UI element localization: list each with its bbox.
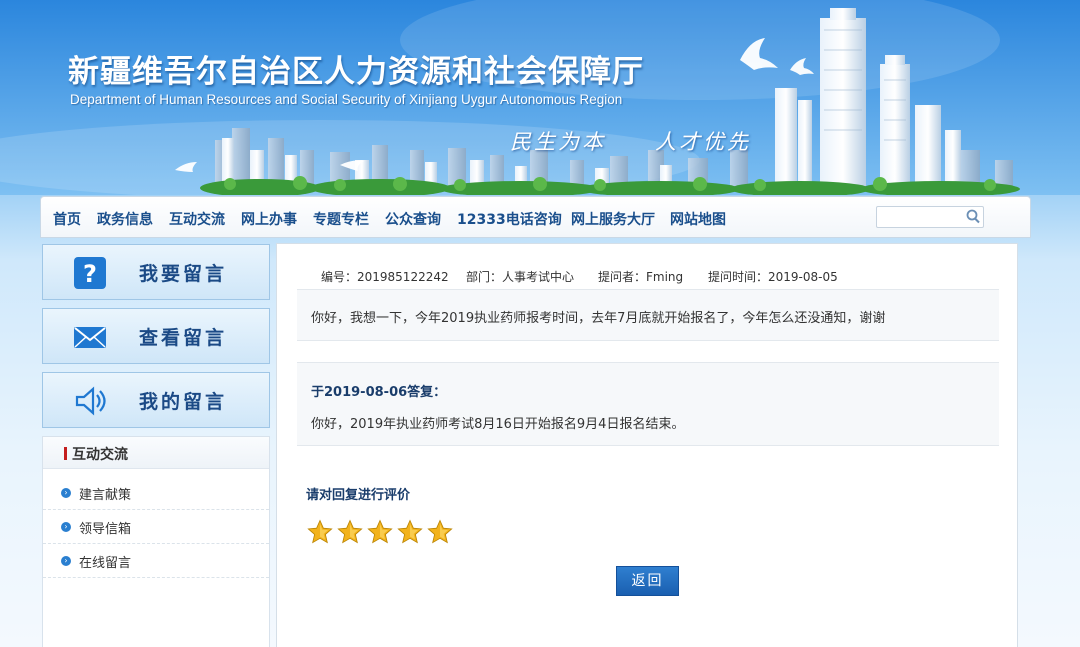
speaker-icon [73,384,107,418]
site-subtitle: Department of Human Resources and Social… [70,92,623,107]
site-title: 新疆维吾尔自治区人力资源和社会保障厅 [68,54,644,90]
arrow-bullet-icon: › [61,488,71,498]
star-icon[interactable] [337,519,363,545]
message-asker: 提问者：Fming [598,270,684,284]
nav-item-interaction[interactable]: 互动交流 [169,209,225,229]
nav-item-12333-hotline[interactable]: 12333电话咨询 [457,209,562,229]
star-icon[interactable] [397,519,423,545]
reply-text: 你好，2019年执业药师考试8月16日开始报名9月4日报名结束。 [311,417,685,432]
leave-message-label: 我要留言 [139,263,228,285]
star-icon[interactable] [427,519,453,545]
side-link-label: 在线留言 [79,556,132,571]
side-link-online-message[interactable]: › 在线留言 [43,544,269,578]
question-text: 你好，我想一下，今年2019执业药师报考时间，去年7月底就开始报名了，今年怎么还… [311,311,886,326]
side-link-label: 领导信箱 [79,522,132,537]
side-link-leader-mailbox[interactable]: › 领导信箱 [43,510,269,544]
panel-title: 互动交流 [72,447,128,463]
leave-message-button[interactable]: ? 我要留言 [42,244,270,300]
site-header: 新疆维吾尔自治区人力资源和社会保障厅 Department of Human R… [0,0,1080,195]
main-nav: 首页 政务信息 互动交流 网上办事 专题专栏 公众查询 12333电话咨询 网上… [40,196,1031,238]
nav-item-public-query[interactable]: 公众查询 [385,209,441,229]
question-icon: ? [73,256,107,290]
reply-heading: 于2019-08-06答复： [311,385,447,400]
message-detail-panel: 编号：201985122242 部门：人事考试中心 提问者：Fming 提问时间… [276,243,1018,647]
slogan-right: 人才优先 [655,130,751,154]
star-icon[interactable] [307,519,333,545]
my-messages-label: 我的留言 [139,391,228,413]
view-messages-button[interactable]: 查看留言 [42,308,270,364]
rating-title: 请对回复进行评价 [306,488,411,503]
question-box: 你好，我想一下，今年2019执业药师报考时间，去年7月底就开始报名了，今年怎么还… [297,289,999,341]
nav-item-gov-info[interactable]: 政务信息 [97,209,153,229]
arrow-bullet-icon: › [61,522,71,532]
reply-box: 于2019-08-06答复： 你好，2019年执业药师考试8月16日开始报名9月… [297,362,999,446]
message-id: 编号：201985122242 [321,270,449,284]
view-messages-label: 查看留言 [139,327,228,349]
my-messages-button[interactable]: 我的留言 [42,372,270,428]
envelope-icon [73,320,107,354]
star-icon[interactable] [367,519,393,545]
nav-item-sitemap[interactable]: 网站地图 [670,209,726,229]
side-link-label: 建言献策 [79,488,132,503]
arrow-bullet-icon: › [61,556,71,566]
side-link-suggestions[interactable]: › 建言献策 [43,476,269,510]
nav-item-service-hall[interactable]: 网上服务大厅 [571,209,655,229]
nav-item-topics[interactable]: 专题专栏 [313,209,369,229]
red-marker [64,447,67,460]
message-time: 提问时间：2019-08-05 [708,270,838,284]
message-department: 部门：人事考试中心 [466,270,575,284]
nav-item-home[interactable]: 首页 [53,209,81,229]
nav-item-online-service[interactable]: 网上办事 [241,209,297,229]
slogan-left: 民生为本 [510,130,606,154]
interaction-panel: 互动交流 › 建言献策 › 领导信箱 › 在线留言 [42,436,270,647]
panel-header: 互动交流 [43,437,269,469]
search-icon[interactable] [963,208,983,226]
back-button[interactable]: 返回 [616,566,679,596]
svg-text:?: ? [83,260,97,288]
